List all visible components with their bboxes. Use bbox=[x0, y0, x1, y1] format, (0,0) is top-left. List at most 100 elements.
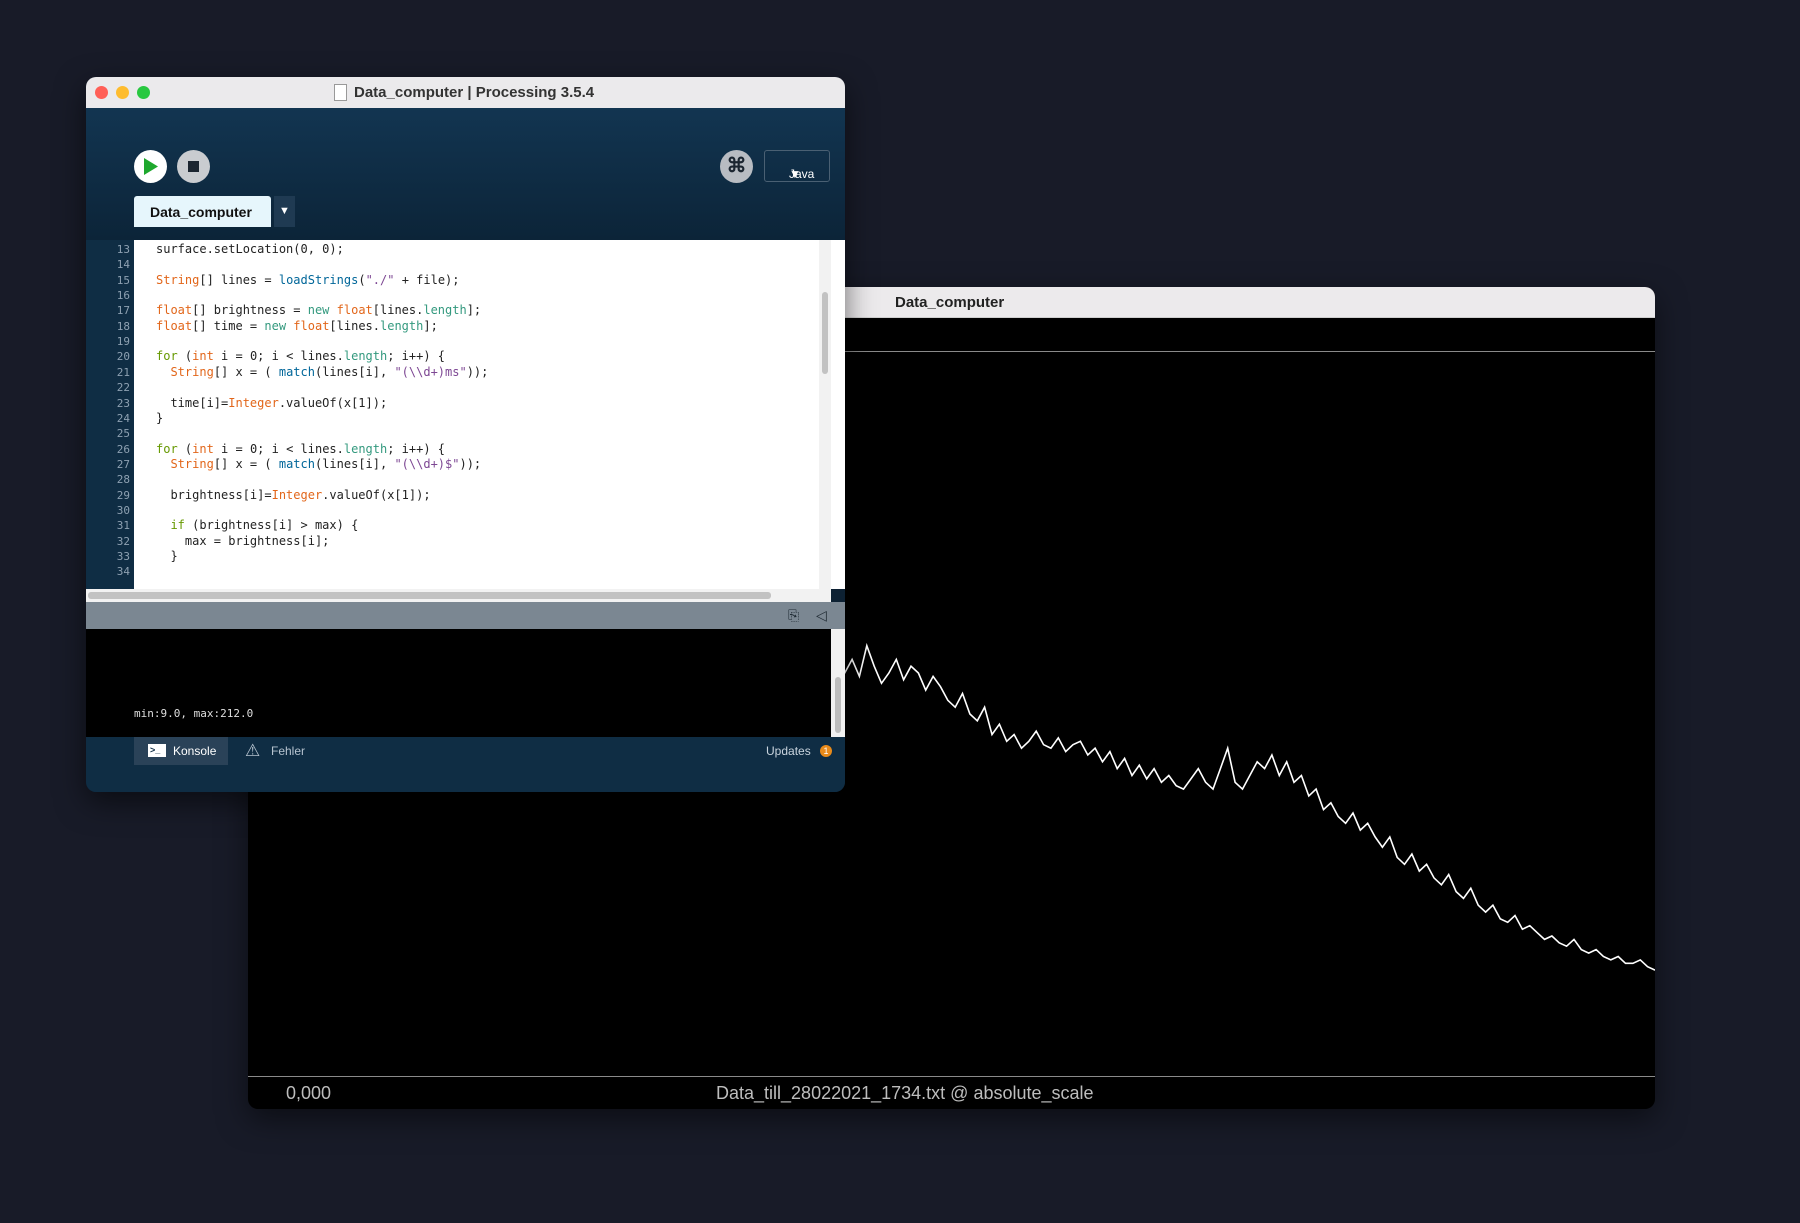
code-token: length bbox=[343, 349, 388, 364]
minimize-button[interactable] bbox=[116, 86, 129, 99]
code-token: for bbox=[156, 349, 178, 364]
mode-dropdown-icon: ▼ bbox=[789, 167, 801, 181]
code-token: "./" bbox=[365, 272, 395, 287]
code-line: surface.setLocation(0, 0); bbox=[156, 242, 344, 256]
close-button[interactable] bbox=[95, 86, 108, 99]
code-line: } bbox=[156, 549, 177, 563]
code-token: "(\\d+)ms" bbox=[394, 364, 467, 379]
code-token: surface.setLocation(0, 0); bbox=[156, 242, 344, 256]
line-number: 15 bbox=[116, 273, 130, 287]
code-token: )); bbox=[466, 364, 489, 379]
scroll-thumb[interactable] bbox=[835, 677, 841, 733]
zoom-button[interactable] bbox=[137, 86, 150, 99]
console-icon: >_ bbox=[148, 744, 166, 757]
run-button[interactable] bbox=[134, 150, 167, 183]
editor-vertical-scrollbar[interactable] bbox=[819, 240, 831, 589]
line-number: 16 bbox=[116, 289, 130, 303]
code-line: brightness[i]=Integer.valueOf(x[1]); bbox=[156, 487, 430, 502]
stop-button[interactable] bbox=[177, 150, 210, 183]
code-token: ( bbox=[358, 272, 366, 287]
copy-icon[interactable]: ⎘ bbox=[788, 607, 799, 624]
code-token: "(\\d+)$" bbox=[394, 456, 460, 471]
scroll-thumb[interactable] bbox=[88, 592, 771, 599]
code-line: time[i]=Integer.valueOf(x[1]); bbox=[156, 396, 387, 410]
code-token: String bbox=[170, 364, 214, 379]
code-token: + file); bbox=[394, 272, 460, 287]
code-token: max = brightness[i]; bbox=[156, 533, 330, 548]
tab-data-computer[interactable]: Data_computer bbox=[134, 196, 271, 227]
code-token: int bbox=[192, 349, 214, 364]
code-token: loadStrings bbox=[278, 272, 359, 287]
code-token: i = 0; i < lines. bbox=[213, 441, 344, 456]
tab-menu-button[interactable]: ▼ bbox=[274, 196, 295, 227]
code-token: (lines[i], bbox=[314, 456, 395, 471]
code-line: String[] lines = loadStrings("./" + file… bbox=[156, 273, 460, 287]
code-line: float[] brightness = new float[lines.len… bbox=[156, 303, 481, 317]
code-token: time[i]= bbox=[156, 395, 229, 410]
code-token: (brightness[i] > max) { bbox=[184, 518, 359, 533]
line-number: 25 bbox=[116, 427, 130, 441]
code-token: .valueOf(x[1]); bbox=[278, 395, 388, 410]
code-token: [] time = bbox=[192, 318, 265, 333]
tab-label: Data_computer bbox=[150, 204, 252, 220]
tab-errors[interactable]: ⚠ Fehler bbox=[231, 737, 321, 765]
code-token: ; i++) { bbox=[387, 349, 446, 364]
console-header: ⎘ ◁ bbox=[86, 602, 845, 629]
errors-tab-label: Fehler bbox=[271, 744, 306, 758]
code-line: for (int i = 0; i < lines.length; i++) { bbox=[156, 349, 445, 363]
console-tab-label: Konsole bbox=[173, 744, 217, 758]
editor-horizontal-scrollbar[interactable] bbox=[86, 589, 831, 602]
mode-label: Java ▼ bbox=[789, 167, 815, 181]
file-label: Data_till_28022021_1734.txt @ absolute_s… bbox=[716, 1083, 1094, 1103]
line-number: 27 bbox=[116, 457, 130, 471]
console-scrollbar[interactable] bbox=[831, 629, 845, 737]
line-number: 33 bbox=[116, 550, 130, 563]
code-token: new bbox=[307, 303, 330, 318]
collapse-icon[interactable]: ◁ bbox=[816, 607, 827, 624]
line-number: 20 bbox=[116, 350, 130, 364]
line-number: 18 bbox=[116, 319, 130, 333]
code-token: ( bbox=[177, 441, 193, 456]
line-number: 21 bbox=[116, 365, 130, 379]
code-line: } bbox=[156, 411, 163, 425]
ide-window: Data_computer | Processing 3.5.4 ⌘ Java … bbox=[86, 77, 845, 792]
code-token: ( bbox=[177, 349, 193, 364]
code-token: if bbox=[170, 518, 185, 533]
console-output: min:9.0, max:212.0 bbox=[86, 629, 845, 737]
tab-console[interactable]: >_ Konsole bbox=[134, 737, 228, 765]
code-token: [] x = ( bbox=[213, 364, 279, 379]
code-line: String[] x = ( match(lines[i], "(\\d+)$"… bbox=[156, 457, 481, 471]
code-token: float bbox=[156, 318, 193, 333]
mode-selector[interactable]: Java ▼ bbox=[764, 150, 830, 182]
code-token: ]; bbox=[466, 303, 482, 318]
scroll-thumb[interactable] bbox=[822, 292, 828, 374]
line-number: 23 bbox=[116, 396, 130, 410]
line-number: 26 bbox=[116, 442, 130, 456]
line-number: 22 bbox=[116, 381, 130, 395]
console-message: min:9.0, max:212.0 bbox=[134, 707, 254, 720]
line-number: 28 bbox=[116, 473, 130, 487]
code-line: max = brightness[i]; bbox=[156, 533, 330, 548]
code-token: float bbox=[336, 303, 373, 318]
code-token: } bbox=[156, 410, 164, 425]
ide-titlebar[interactable]: Data_computer | Processing 3.5.4 bbox=[86, 77, 845, 109]
code-token: ]; bbox=[423, 318, 438, 333]
code-token: length bbox=[380, 318, 424, 333]
code-token: brightness[i]= bbox=[156, 487, 272, 502]
code-token: i = 0; i < lines. bbox=[213, 349, 344, 364]
toolbar: ⌘ Java ▼ Data_computer ▼ bbox=[86, 108, 845, 240]
code-token: [lines. bbox=[372, 303, 424, 318]
code-token: float bbox=[156, 303, 193, 318]
status-bar: >_ Konsole ⚠ Fehler Updates 1 bbox=[86, 737, 845, 792]
code-token: new bbox=[264, 318, 287, 333]
debug-button[interactable]: ⌘ bbox=[720, 150, 753, 183]
chevron-down-icon: ▼ bbox=[279, 205, 290, 217]
code-token: for bbox=[156, 441, 178, 456]
updates-link[interactable]: Updates bbox=[766, 744, 811, 758]
code-editor[interactable]: 13 14 15 16 17 18 19 20 21 22 23 24 25 26 27 28 29 30 31 32… bbox=[86, 240, 845, 589]
code-token: [lines. bbox=[329, 318, 380, 333]
line-number: 34 bbox=[116, 565, 130, 579]
